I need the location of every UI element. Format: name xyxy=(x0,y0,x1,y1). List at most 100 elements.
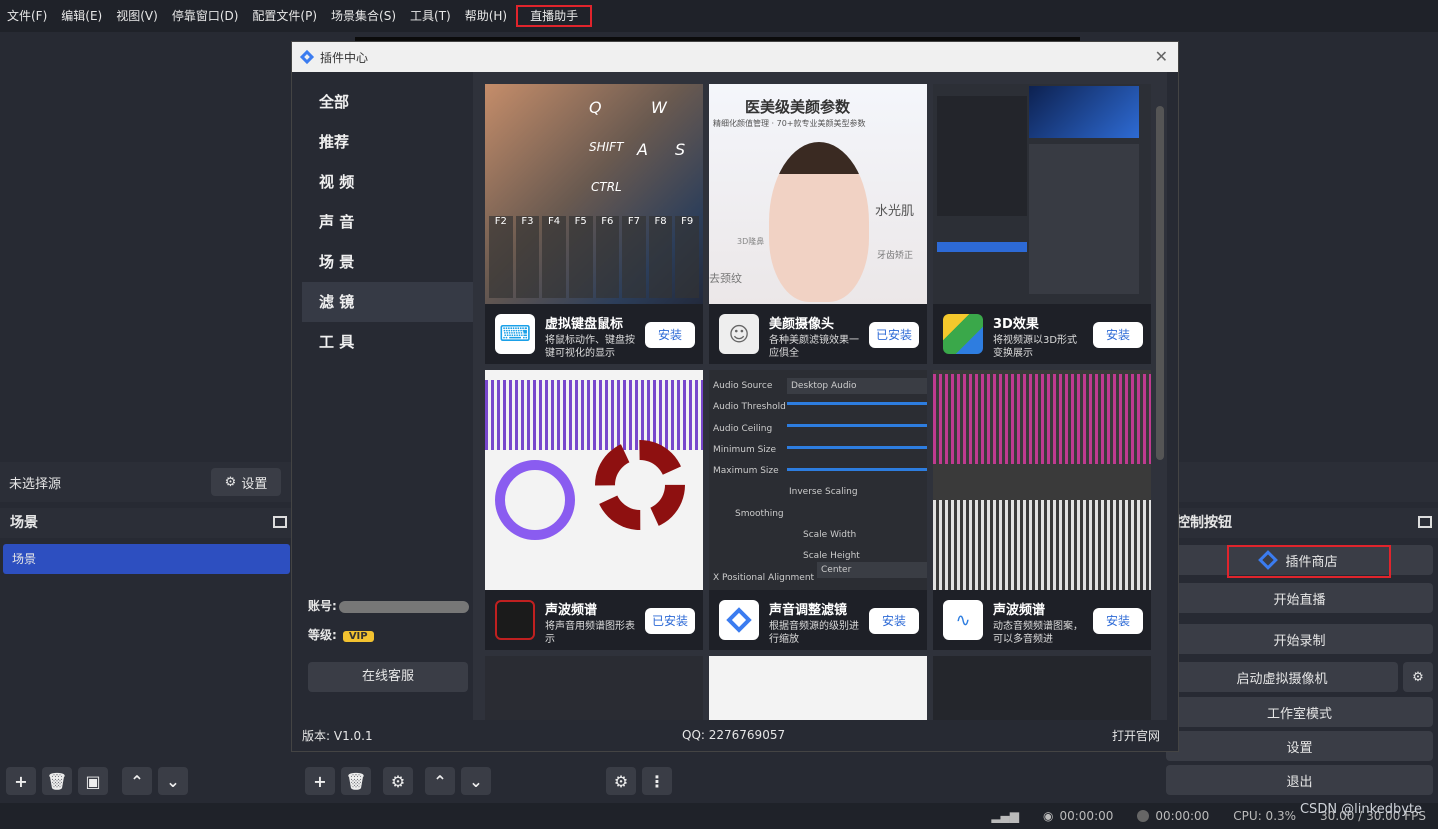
broadcast-icon: ◉ xyxy=(1043,809,1054,823)
alignment-select: Center xyxy=(817,562,927,578)
plugin-card[interactable]: 3D效果 将视频源以3D形式变换展示 安装 xyxy=(933,84,1151,364)
slider xyxy=(787,424,927,427)
source-settings-button[interactable]: ⚙ 设置 xyxy=(211,468,281,496)
plugin-desc: 各种美颜滤镜效果一应俱全 xyxy=(769,335,859,359)
virtual-cam-button[interactable]: 启动虚拟摄像机 xyxy=(1166,662,1398,692)
install-button[interactable]: 安装 xyxy=(1093,322,1143,348)
gear-icon[interactable]: ⚙ xyxy=(606,767,636,795)
red-ring xyxy=(595,440,685,530)
account-label: 账号: xyxy=(308,599,337,613)
plugin-info: ☺ 美颜摄像头 各种美颜滤镜效果一应俱全 已安装 xyxy=(709,304,927,364)
plugin-card[interactable]: ∿ 声波频谱 动态音频频谱图案，可以多音频进 安装 xyxy=(933,370,1151,650)
plugin-card[interactable] xyxy=(933,656,1151,720)
move-up-button[interactable]: ⌃ xyxy=(425,767,455,795)
plugin-info: ∿ 声波频谱 动态音频频谱图案，可以多音频进 安装 xyxy=(933,590,1151,650)
online-service-button[interactable]: 在线客服 xyxy=(308,662,468,692)
category-sidebar: 全部 推荐 视 频 声 音 场 景 滤 镜 工 具 xyxy=(302,82,474,362)
install-button[interactable]: 安装 xyxy=(869,608,919,634)
category-video[interactable]: 视 频 xyxy=(302,162,474,202)
plugin-desc: 根据音频源的级别进行缩放 xyxy=(769,621,859,645)
menu-edit[interactable]: 编辑(E) xyxy=(54,5,109,27)
category-filter[interactable]: 滤 镜 xyxy=(302,282,474,322)
install-button[interactable]: 安装 xyxy=(645,322,695,348)
start-stream-button[interactable]: 开始直播 xyxy=(1166,583,1433,613)
settings-button[interactable]: 设置 xyxy=(1166,731,1433,761)
menu-live-assistant[interactable]: 直播助手 xyxy=(516,5,593,27)
move-up-button[interactable]: ⌃ xyxy=(122,767,152,795)
level-label: 等级: xyxy=(308,628,337,642)
gear-icon[interactable]: ⚙ xyxy=(383,767,413,795)
keyboard-grid: F2 F3 F4 F5 F6 F7 F8 F9 xyxy=(485,212,703,302)
spectrum-bars xyxy=(485,380,703,450)
add-source-button[interactable]: + xyxy=(305,767,335,795)
trash-icon[interactable]: 🗑 xyxy=(42,767,72,795)
purple-ring xyxy=(495,460,575,540)
plugin-name: 声波频谱 xyxy=(545,603,598,618)
key-ctrl: CTRL xyxy=(591,180,622,194)
filter-icon[interactable]: ▣ xyxy=(78,767,108,795)
open-website-link[interactable]: 打开官网 xyxy=(1112,727,1160,744)
scene-list-item[interactable]: 场景 xyxy=(3,544,290,574)
beauty-banner-title: 医美级美颜参数 xyxy=(745,98,851,116)
plugin-card[interactable]: F2 F3 F4 F5 F6 F7 F8 F9 Q W SHIFT A S CT… xyxy=(485,84,703,364)
move-down-button[interactable]: ⌄ xyxy=(158,767,188,795)
start-record-button[interactable]: 开始录制 xyxy=(1166,624,1433,654)
face-icon: ☺ xyxy=(719,314,759,354)
plugin-desc: 将声音用频谱图形表示 xyxy=(545,621,635,645)
key-w: W xyxy=(651,98,667,117)
controls-title: 控制按钮 xyxy=(1166,508,1438,538)
installed-button[interactable]: 已安装 xyxy=(869,322,919,348)
plugin-card[interactable]: 医美级美颜参数 精细化颜值管理 · 70+款专业美颜美型参数 水光肌 牙齿矫正 … xyxy=(709,84,927,364)
cube-3d-icon xyxy=(943,314,983,354)
menu-scene-collection[interactable]: 场景集合(S) xyxy=(324,5,403,27)
plugin-card[interactable] xyxy=(709,656,927,720)
menu-file[interactable]: 文件(F) xyxy=(0,5,54,27)
plugin-card[interactable]: Audio Source Audio Threshold Audio Ceili… xyxy=(709,370,927,650)
signal-icon: ▂▄▆ xyxy=(991,809,1019,823)
scenes-title: 场景 xyxy=(0,508,293,538)
key-shift: SHIFT xyxy=(589,140,624,154)
scrollbar[interactable] xyxy=(1156,106,1164,460)
slider xyxy=(787,468,927,471)
close-icon[interactable]: ✕ xyxy=(1155,47,1168,66)
menu-tools[interactable]: 工具(T) xyxy=(403,5,458,27)
plugin-grid: F2 F3 F4 F5 F6 F7 F8 F9 Q W SHIFT A S CT… xyxy=(473,72,1167,720)
add-scene-button[interactable]: + xyxy=(6,767,36,795)
category-audio[interactable]: 声 音 xyxy=(302,202,474,242)
menu-docks[interactable]: 停靠窗口(D) xyxy=(165,5,246,27)
dialog-titlebar: 插件中心 ✕ xyxy=(292,42,1178,72)
plugin-info: 声波频谱 将声音用频谱图形表示 已安装 xyxy=(485,590,703,650)
float-icon[interactable] xyxy=(1418,516,1432,528)
float-icon[interactable] xyxy=(273,516,287,528)
menu-view[interactable]: 视图(V) xyxy=(109,5,165,27)
plugin-info: 3D效果 将视频源以3D形式变换展示 安装 xyxy=(933,304,1151,364)
plugin-desc: 将视频源以3D形式变换展示 xyxy=(993,335,1078,359)
category-scene[interactable]: 场 景 xyxy=(302,242,474,282)
settings-label: 设置 xyxy=(241,476,268,492)
category-all[interactable]: 全部 xyxy=(302,82,474,122)
plugin-name: 美颜摄像头 xyxy=(769,317,835,332)
category-recommend[interactable]: 推荐 xyxy=(302,122,474,162)
version-label: 版本: V1.0.1 xyxy=(302,728,373,743)
plugin-card[interactable]: 声波频谱 将声音用频谱图形表示 已安装 xyxy=(485,370,703,650)
sources-toolbar: + 🗑 ⚙ ⌃ ⌄ xyxy=(305,764,491,798)
scenes-toolbar: + 🗑 ▣ ⌃ ⌄ xyxy=(6,764,188,798)
plugin-info: 声音调整滤镜 根据音频源的级别进行缩放 安装 xyxy=(709,590,927,650)
install-button[interactable]: 安装 xyxy=(1093,608,1143,634)
gear-icon[interactable]: ⚙ xyxy=(1403,662,1433,692)
installed-button[interactable]: 已安装 xyxy=(645,608,695,634)
plugin-card[interactable] xyxy=(485,656,703,720)
studio-mode-button[interactable]: 工作室模式 xyxy=(1166,697,1433,727)
dialog-footer: 版本: V1.0.1 QQ: 2276769057 打开官网 xyxy=(292,719,1178,751)
more-icon[interactable]: ⋮ xyxy=(642,767,672,795)
menu-help[interactable]: 帮助(H) xyxy=(458,5,514,27)
menu-profile[interactable]: 配置文件(P) xyxy=(245,5,324,27)
account-info: 账号: 等级: VIP xyxy=(308,597,469,643)
record-dot-icon xyxy=(1137,810,1150,822)
trash-icon[interactable]: 🗑 xyxy=(341,767,371,795)
spectrum-icon xyxy=(495,600,535,640)
exit-button[interactable]: 退出 xyxy=(1166,765,1433,795)
settings-panel xyxy=(1029,144,1139,294)
move-down-button[interactable]: ⌄ xyxy=(461,767,491,795)
category-tools[interactable]: 工 具 xyxy=(302,322,474,362)
